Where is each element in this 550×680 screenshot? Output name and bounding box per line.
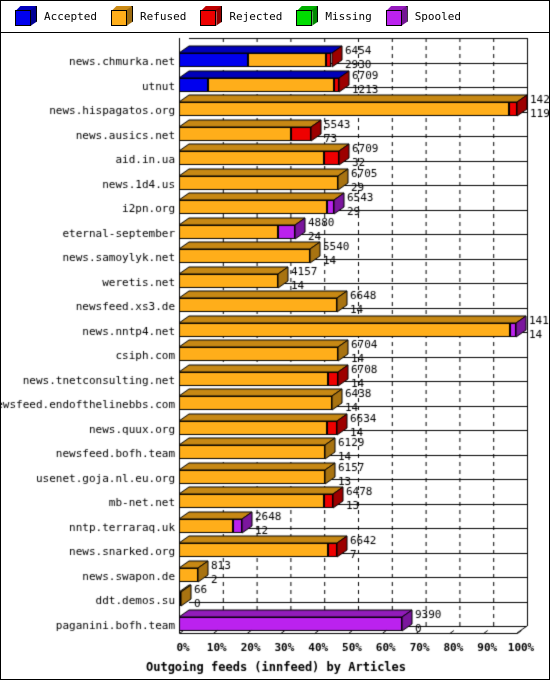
legend-item-label: Spooled — [414, 10, 462, 23]
chart-page: Accepted Refused Rejected Missing Spooled — [0, 0, 550, 680]
legend-item-spooled: Spooled — [372, 1, 461, 32]
cube-icon — [200, 5, 223, 28]
outgoing-feeds-bar-chart — [1, 33, 549, 679]
cube-icon — [385, 5, 408, 28]
chart-legend: Accepted Refused Rejected Missing Spooled — [1, 1, 549, 33]
legend-item-accepted: Accepted — [1, 1, 97, 32]
cube-icon — [15, 5, 37, 28]
legend-item-label: Accepted — [44, 10, 97, 23]
legend-item-label: Rejected — [229, 10, 283, 23]
legend-item-refused: Refused — [97, 1, 186, 32]
legend-item-missing: Missing — [282, 1, 372, 32]
legend-item-label: Missing — [325, 10, 372, 23]
cube-icon — [110, 5, 133, 28]
legend-item-rejected: Rejected — [186, 1, 282, 32]
legend-item-label: Refused — [139, 10, 187, 23]
cube-icon — [296, 5, 319, 28]
